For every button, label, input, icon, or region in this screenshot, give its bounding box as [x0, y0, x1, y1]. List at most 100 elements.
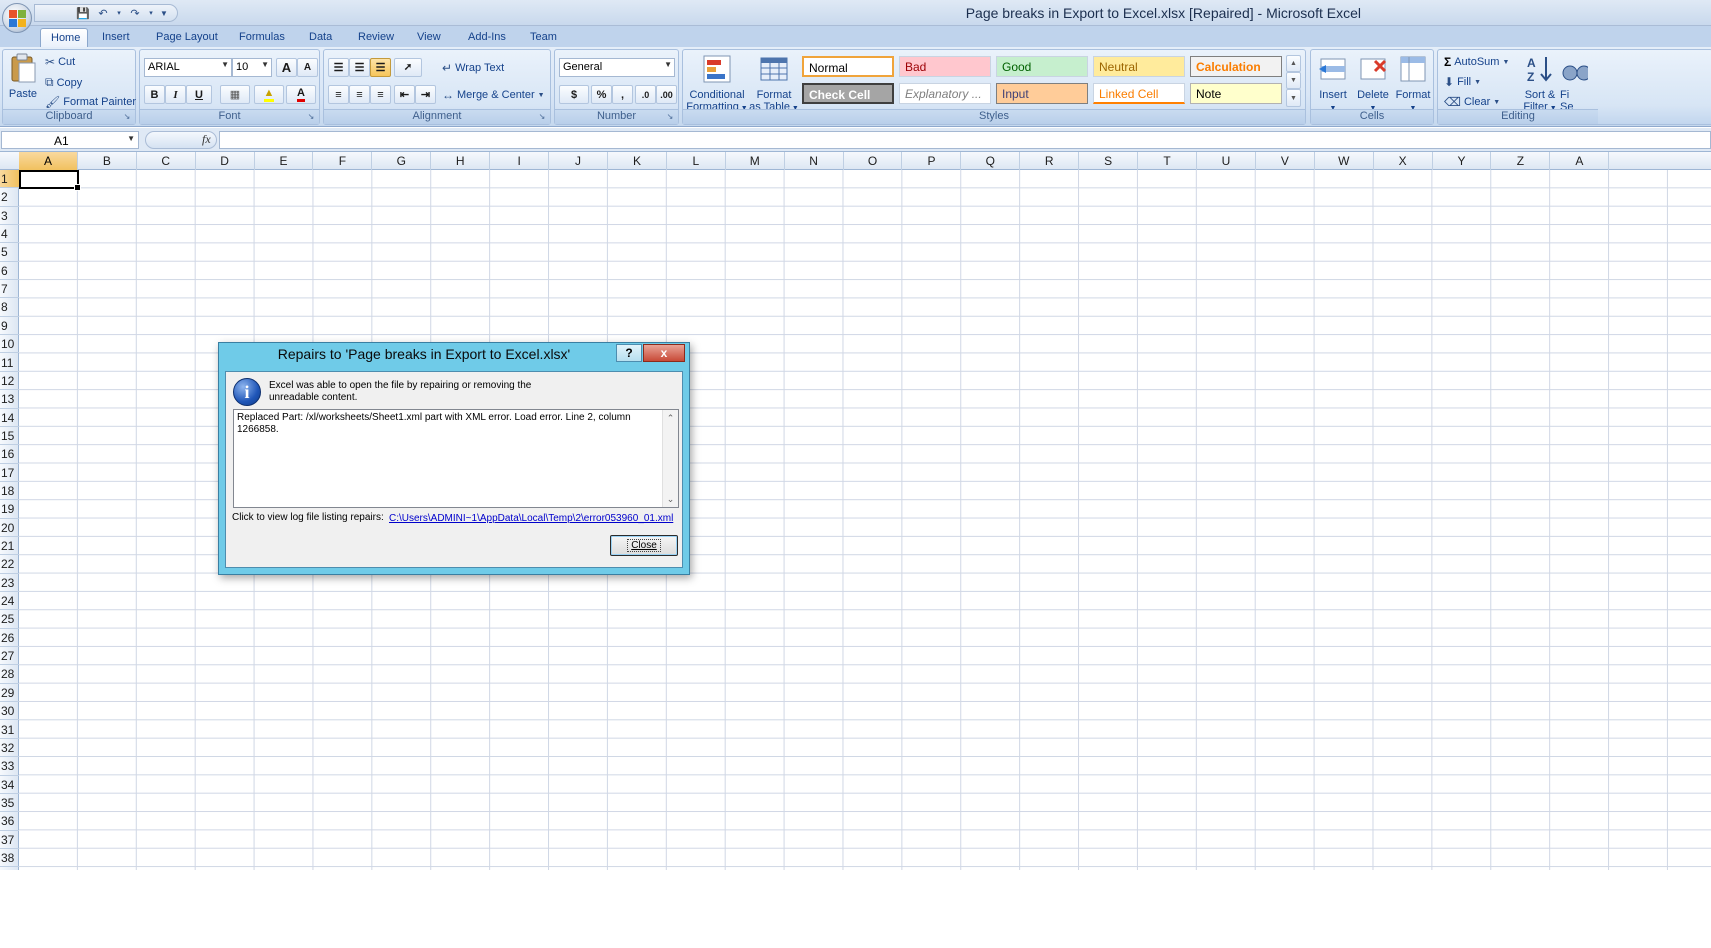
row-header[interactable]: 37 [0, 831, 19, 849]
underline-button[interactable]: U [186, 85, 212, 104]
column-header[interactable]: L [667, 152, 726, 170]
column-header[interactable]: W [1315, 152, 1374, 170]
details-scrollbar[interactable]: ⌃ ⌄ [662, 410, 678, 507]
row-header[interactable]: 2 [0, 188, 19, 207]
row-header[interactable]: 24 [0, 592, 19, 611]
borders-button[interactable]: ▦ [220, 85, 250, 104]
column-header[interactable]: I [490, 152, 550, 170]
row-header[interactable]: 32 [0, 739, 19, 758]
column-header[interactable]: O [844, 152, 903, 170]
active-cell[interactable] [19, 170, 81, 191]
row-header[interactable]: 7 [0, 280, 19, 299]
row-header[interactable]: 38 [0, 849, 19, 868]
insert-function-button[interactable]: fx [202, 132, 211, 147]
column-header[interactable]: K [608, 152, 667, 170]
row-header[interactable]: 11 [0, 354, 19, 372]
tab-home[interactable]: Home [40, 28, 88, 47]
column-header[interactable]: V [1256, 152, 1315, 170]
styles-scroll-up[interactable]: ▲ [1286, 55, 1301, 72]
dialog-close-button[interactable]: x [643, 344, 685, 362]
dialog-launcher-icon[interactable]: ↘ [537, 112, 547, 122]
row-header[interactable]: 14 [0, 409, 19, 427]
row-header[interactable]: 26 [0, 629, 19, 648]
column-header[interactable]: Q [961, 152, 1021, 170]
fill-color-button[interactable]: ▲ [254, 85, 284, 104]
help-button[interactable]: ? [616, 344, 642, 362]
orientation-button[interactable]: ➚ [394, 58, 422, 77]
tab-add-ins[interactable]: Add-Ins [458, 28, 516, 47]
style-bad[interactable]: Bad [899, 56, 991, 77]
tab-page-layout[interactable]: Page Layout [146, 28, 228, 47]
row-header[interactable]: 18 [0, 482, 19, 501]
column-header[interactable]: A [1550, 152, 1610, 170]
tab-review[interactable]: Review [348, 28, 404, 47]
column-header[interactable]: D [196, 152, 255, 170]
clear-button[interactable]: ⌫ Clear ▼ [1444, 95, 1500, 109]
column-header[interactable]: Y [1433, 152, 1492, 170]
align-middle-button[interactable]: ☰ [349, 58, 370, 77]
column-header[interactable]: E [255, 152, 314, 170]
column-header[interactable]: R [1020, 152, 1080, 170]
increase-decimal-button[interactable]: .0 [635, 85, 656, 104]
tab-view[interactable]: View [407, 28, 451, 47]
row-header[interactable]: 13 [0, 390, 19, 409]
row-header[interactable]: 21 [0, 537, 19, 556]
insert-cells-button[interactable]: Insert▼ [1315, 53, 1351, 115]
align-left-button[interactable]: ≡ [328, 85, 349, 104]
style-calculation[interactable]: Calculation [1190, 56, 1282, 77]
close-button[interactable]: Close [610, 535, 678, 556]
fill-button[interactable]: ⬇ Fill ▼ [1444, 75, 1481, 89]
formula-input[interactable] [219, 131, 1711, 149]
log-file-link[interactable]: C:\Users\ADMINI~1\AppData\Local\Temp\2\e… [389, 513, 673, 524]
merge-center-button[interactable]: ↔ Merge & Center ▼ [442, 88, 545, 102]
font-color-button[interactable]: A [286, 85, 316, 104]
scroll-up-icon[interactable]: ⌃ [663, 410, 678, 426]
style-input[interactable]: Input [996, 83, 1088, 104]
sort-filter-button[interactable]: A Z Sort & Filter ▼ [1520, 53, 1560, 115]
align-center-button[interactable]: ≡ [349, 85, 370, 104]
font-size-select[interactable]: 10 ▼ [232, 58, 272, 77]
copy-button[interactable]: ⧉ Copy [45, 75, 82, 90]
tab-formulas[interactable]: Formulas [229, 28, 295, 47]
row-header[interactable]: 34 [0, 776, 19, 794]
italic-button[interactable]: I [165, 85, 186, 104]
row-header[interactable]: 6 [0, 262, 19, 281]
tab-data[interactable]: Data [299, 28, 342, 47]
row-header[interactable]: 30 [0, 702, 19, 721]
find-select-button[interactable]: Fi Se [1560, 53, 1588, 113]
style-linked-cell[interactable]: Linked Cell [1093, 83, 1185, 104]
style-normal[interactable]: Normal [802, 56, 894, 77]
column-header[interactable]: N [785, 152, 844, 170]
delete-cells-button[interactable]: Delete▼ [1353, 53, 1393, 115]
format-cells-button[interactable]: Format▼ [1393, 53, 1433, 115]
decrease-indent-button[interactable]: ⇤ [394, 85, 415, 104]
align-right-button[interactable]: ≡ [370, 85, 391, 104]
column-header[interactable]: C [137, 152, 196, 170]
wrap-text-button[interactable]: ↵ Wrap Text [442, 61, 504, 75]
dialog-launcher-icon[interactable]: ↘ [122, 112, 132, 122]
row-header[interactable]: 4 [0, 225, 19, 244]
column-header[interactable]: P [903, 152, 962, 170]
style-good[interactable]: Good [996, 56, 1088, 77]
row-header[interactable]: 15 [0, 427, 19, 446]
row-header[interactable]: 19 [0, 500, 19, 519]
tab-team[interactable]: Team [520, 28, 567, 47]
row-header[interactable]: 16 [0, 445, 19, 464]
row-header[interactable]: 3 [0, 207, 19, 226]
row-header[interactable]: 36 [0, 812, 19, 831]
style-note[interactable]: Note [1190, 83, 1282, 104]
cut-button[interactable]: ✂ Cut [45, 55, 75, 69]
number-format-select[interactable]: General ▼ [559, 58, 675, 77]
row-header[interactable]: 9 [0, 317, 19, 336]
row-header[interactable]: 10 [0, 335, 19, 354]
row-header[interactable]: 29 [0, 684, 19, 703]
column-header[interactable]: Z [1492, 152, 1551, 170]
row-header[interactable]: 27 [0, 647, 19, 666]
row-header[interactable]: 20 [0, 519, 19, 537]
tab-insert[interactable]: Insert [92, 28, 140, 47]
row-header[interactable]: 8 [0, 298, 19, 317]
name-box[interactable]: A1 ▼ [1, 131, 139, 149]
column-header[interactable]: U [1197, 152, 1256, 170]
row-header[interactable]: 22 [0, 555, 19, 574]
row-header[interactable]: 5 [0, 243, 19, 262]
